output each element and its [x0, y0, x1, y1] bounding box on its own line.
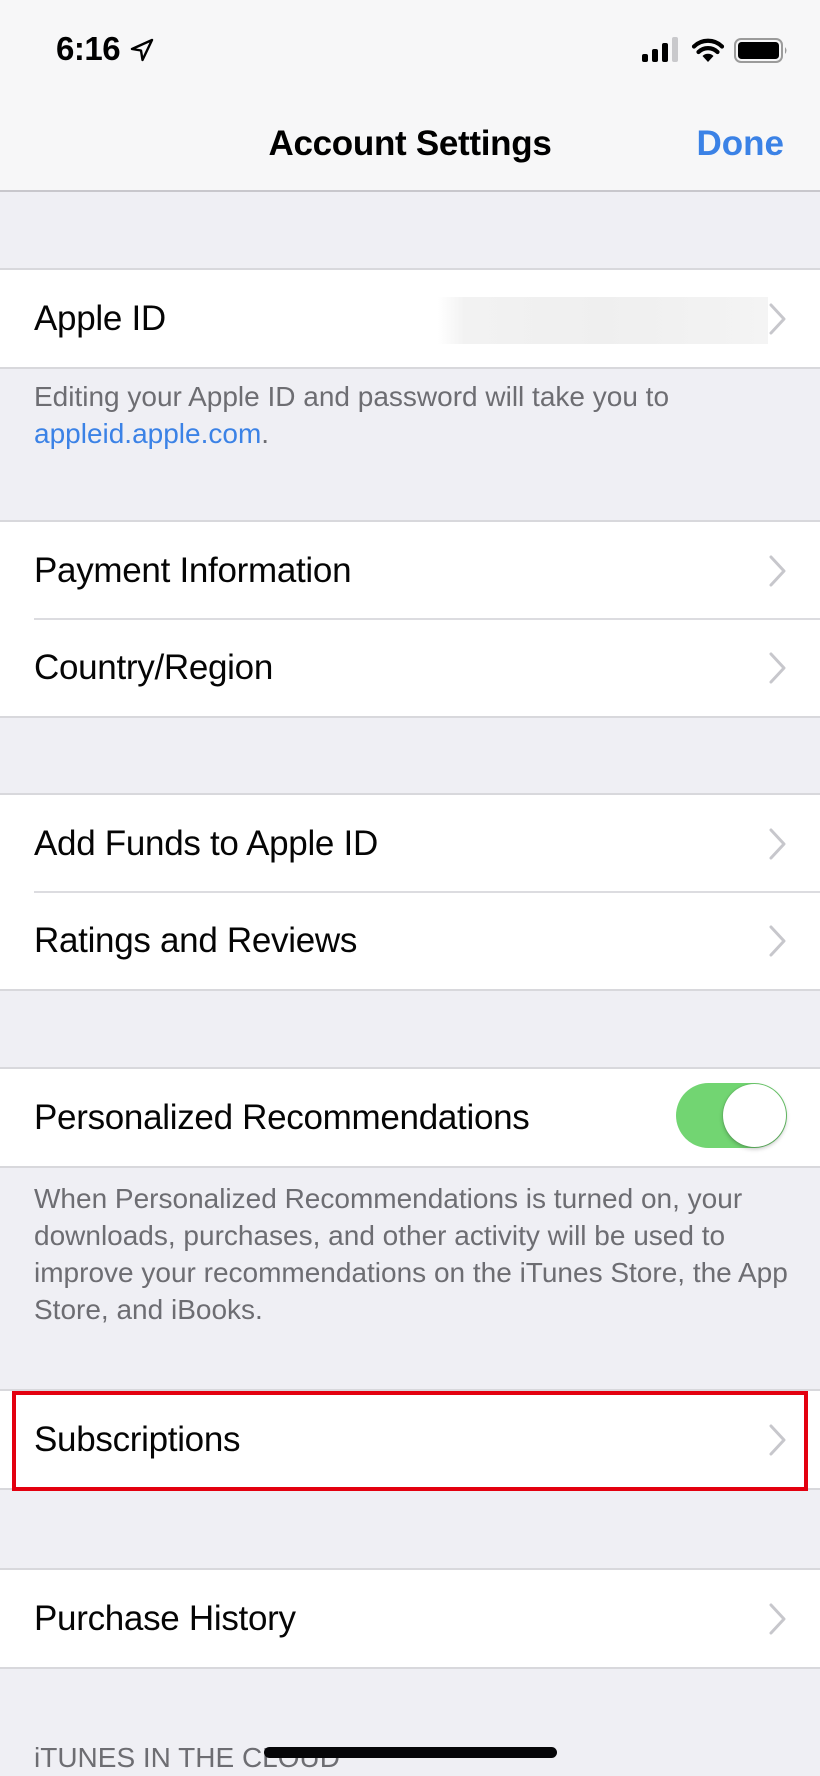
appleid-link[interactable]: appleid.apple.com [34, 418, 261, 449]
wifi-icon [691, 38, 725, 62]
apple-id-footer-text: Editing your Apple ID and password will … [34, 381, 670, 412]
add-funds-label: Add Funds to Apple ID [34, 823, 378, 863]
done-button[interactable]: Done [697, 124, 785, 164]
home-indicator[interactable] [264, 1747, 557, 1758]
navigation-bar: 6:16 Account Settings Done [0, 0, 820, 192]
subscriptions-row[interactable]: Subscriptions [0, 1391, 820, 1488]
recommendations-footer: When Personalized Recommendations is tur… [34, 1183, 788, 1325]
payment-information-row[interactable]: Payment Information [0, 522, 820, 619]
personalized-recommendations-toggle[interactable] [676, 1083, 787, 1148]
add-funds-row[interactable]: Add Funds to Apple ID [0, 795, 820, 892]
purchase-history-section: Purchase History [0, 1568, 820, 1669]
country-region-label: Country/Region [34, 647, 273, 687]
chevron-right-icon [769, 828, 786, 859]
chevron-right-icon [769, 925, 786, 956]
subscriptions-section: Subscriptions [0, 1389, 820, 1490]
chevron-right-icon [769, 1603, 786, 1634]
toggle-knob [723, 1084, 786, 1147]
chevron-right-icon [769, 1424, 786, 1455]
apple-id-label: Apple ID [34, 298, 166, 338]
payment-information-label: Payment Information [34, 550, 352, 590]
ratings-reviews-label: Ratings and Reviews [34, 920, 358, 960]
chevron-right-icon [769, 555, 786, 586]
cellular-signal-icon [642, 37, 678, 62]
funds-section: Add Funds to Apple ID Ratings and Review… [0, 793, 820, 991]
purchase-history-label: Purchase History [34, 1598, 296, 1638]
recommendations-section: Personalized Recommendations [0, 1067, 820, 1168]
personalized-recommendations-row: Personalized Recommendations [0, 1069, 820, 1166]
personalized-recommendations-label: Personalized Recommendations [34, 1097, 530, 1137]
country-region-row[interactable]: Country/Region [0, 618, 820, 716]
purchase-history-row[interactable]: Purchase History [0, 1570, 820, 1667]
battery-icon [734, 38, 787, 63]
location-arrow-icon [130, 38, 154, 62]
ratings-reviews-row[interactable]: Ratings and Reviews [0, 891, 820, 989]
payment-section: Payment Information Country/Region [0, 520, 820, 718]
apple-id-row[interactable]: Apple ID [0, 270, 820, 367]
apple-id-section: Apple ID [0, 268, 820, 369]
status-time: 6:16 [56, 30, 121, 67]
subscriptions-label: Subscriptions [34, 1419, 241, 1459]
chevron-right-icon [769, 652, 786, 683]
apple-id-footer-end: . [261, 418, 270, 449]
apple-id-footer: Editing your Apple ID and password will … [34, 378, 794, 452]
apple-id-value-redacted [438, 297, 768, 344]
chevron-right-icon [769, 303, 786, 334]
